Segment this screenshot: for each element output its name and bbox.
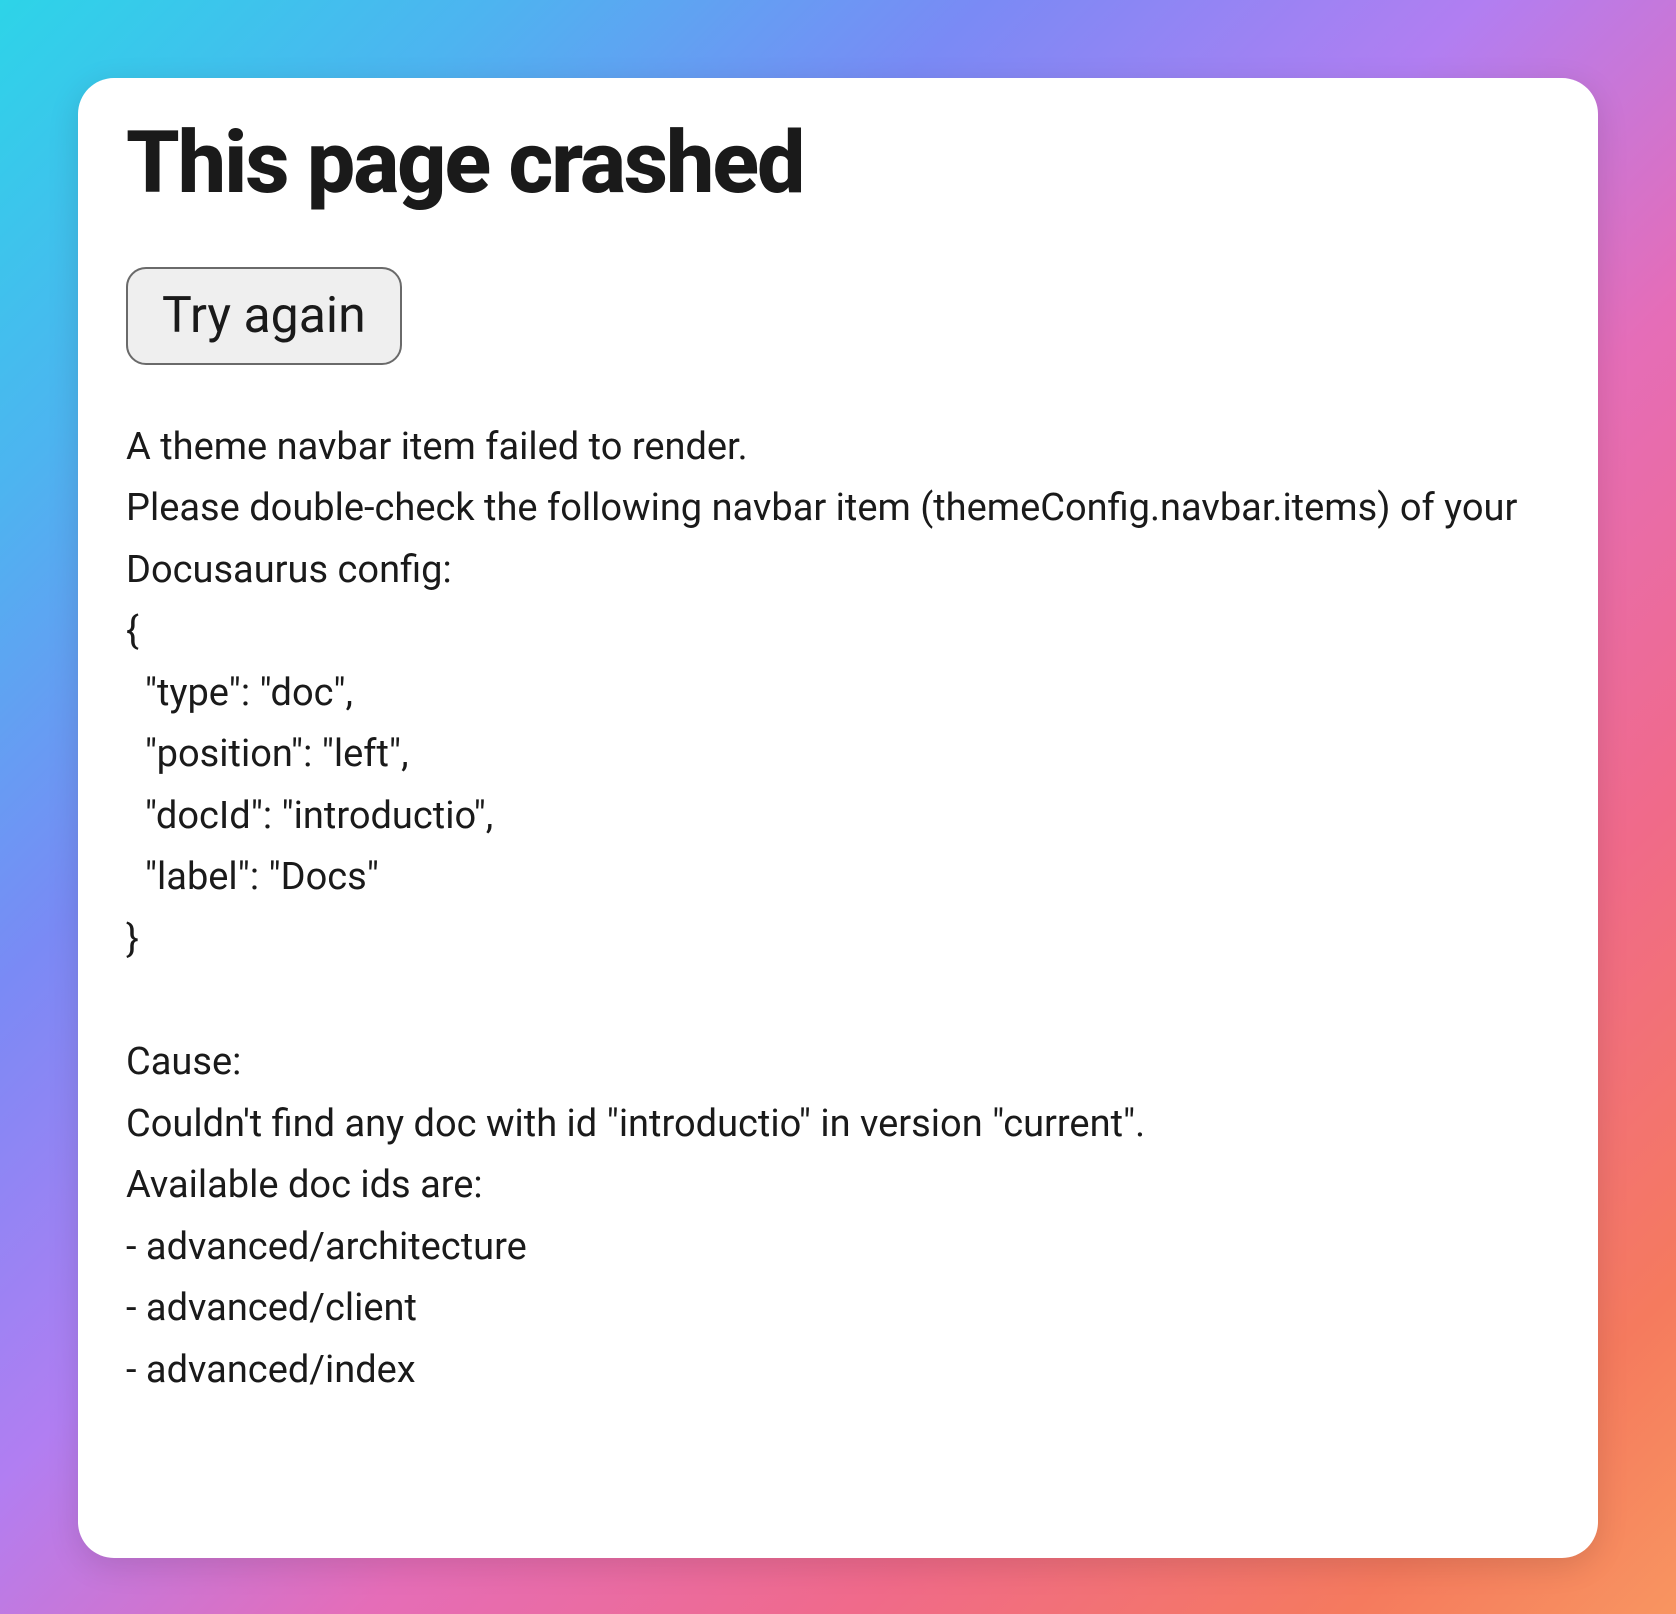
error-message: A theme navbar item failed to render. Pl… [126, 417, 1550, 1402]
error-card: This page crashed Try again A theme navb… [78, 78, 1598, 1558]
error-title: This page crashed [126, 116, 1550, 211]
try-again-button[interactable]: Try again [126, 267, 402, 365]
